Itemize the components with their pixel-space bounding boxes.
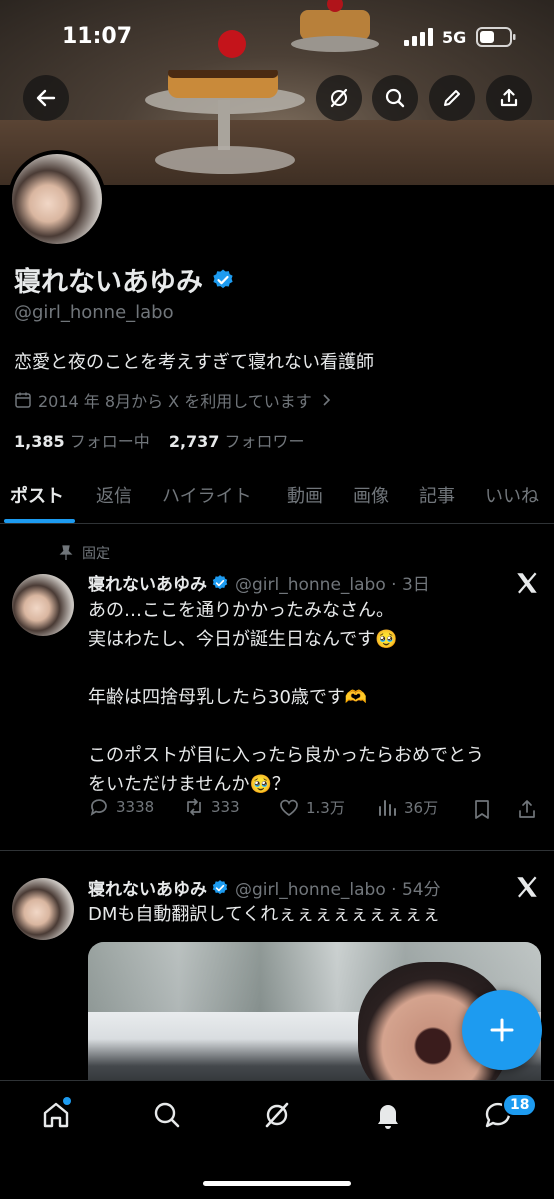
post-author-name[interactable]: 寝れないあゆみ — [88, 570, 207, 595]
post-author-name[interactable]: 寝れないあゆみ — [88, 875, 207, 900]
reply-button[interactable]: 3338 — [88, 796, 154, 818]
tab-posts[interactable]: ポスト — [10, 482, 64, 508]
signal-icon — [404, 28, 433, 46]
messages-badge: 18 — [502, 1093, 538, 1117]
post-header: 寝れないあゆみ @girl_honne_labo · 54分 — [88, 875, 441, 900]
verified-badge-icon — [213, 269, 233, 288]
repost-count: 333 — [211, 798, 240, 816]
tab-images[interactable]: 画像 — [353, 482, 389, 508]
analytics-icon — [379, 800, 396, 816]
followers-link[interactable]: 2,737 フォロワー — [169, 432, 305, 451]
following-label: フォロー中 — [69, 432, 150, 451]
search-icon[interactable] — [151, 1099, 183, 1131]
profile-tabs: ポスト 返信 ハイライト 動画 画像 記事 いいね — [0, 468, 554, 524]
followers-label: フォロワー — [224, 432, 305, 451]
search-icon — [385, 88, 405, 108]
like-count: 1.3万 — [306, 798, 345, 817]
verified-badge-icon — [212, 574, 228, 589]
reply-count: 3338 — [116, 798, 155, 816]
share-button[interactable] — [486, 75, 532, 121]
grok-button[interactable] — [316, 75, 362, 121]
home-indicator — [203, 1181, 351, 1186]
post-meta: @girl_honne_labo · 3日 — [235, 575, 430, 595]
post-avatar[interactable] — [12, 878, 74, 940]
post-text: あの…ここを通りかかったみなさん。 実はわたし、今日が誕生日なんです🥹 年齢は四… — [88, 600, 484, 795]
heart-icon — [280, 799, 298, 817]
x-logo-icon[interactable] — [514, 874, 540, 900]
profile-handle: @girl_honne_labo — [14, 302, 174, 323]
plus-icon — [490, 1018, 514, 1042]
share-icon[interactable] — [516, 798, 538, 820]
views-button[interactable]: 36万 — [376, 796, 438, 818]
status-time: 11:07 — [62, 24, 133, 49]
like-button[interactable]: 1.3万 — [278, 796, 345, 818]
post-avatar[interactable] — [12, 574, 74, 636]
profile-avatar-image — [12, 154, 102, 244]
post-meta: @girl_honne_labo · 54分 — [235, 880, 441, 900]
share-icon — [500, 88, 518, 107]
tab-highlights[interactable]: ハイライト — [162, 482, 252, 508]
profile-bio: 恋愛と夜のことを考えすぎて寝れない看護師 — [14, 352, 374, 373]
pudding-stand-image — [145, 70, 305, 174]
following-count: 1,385 — [14, 432, 65, 451]
joined-text: 2014 年 8月から X を利用しています — [38, 392, 312, 411]
pinned-label: 固定 — [58, 543, 110, 563]
pinned-text: 固定 — [82, 546, 110, 562]
notifications-icon[interactable] — [372, 1099, 404, 1131]
tab-articles[interactable]: 記事 — [419, 482, 455, 508]
calendar-icon — [15, 392, 31, 408]
followers-count: 2,737 — [168, 432, 220, 451]
post-actions: 3338 333 1.3万 36万 — [88, 796, 544, 826]
joined-date[interactable]: 2014 年 8月から X を利用しています — [14, 388, 340, 412]
post-text: DMも自動翻訳してくれぇぇぇぇぇぇぇぇぇ — [88, 904, 441, 925]
chevron-right-icon — [323, 394, 330, 406]
post-header: 寝れないあゆみ @girl_honne_labo · 3日 — [88, 570, 430, 595]
profile-avatar[interactable] — [8, 150, 106, 248]
following-link[interactable]: 1,385 フォロー中 — [14, 432, 150, 451]
back-arrow-icon — [36, 89, 56, 107]
active-tab-indicator — [4, 519, 75, 523]
edit-button[interactable] — [429, 75, 475, 121]
tab-likes[interactable]: いいね — [485, 482, 539, 508]
views-count: 36万 — [404, 798, 439, 817]
edit-icon — [444, 90, 460, 106]
profile-name: 寝れないあゆみ — [14, 267, 203, 298]
repost-button[interactable]: 333 — [183, 796, 240, 818]
home-unread-dot — [63, 1097, 71, 1105]
compose-button[interactable] — [462, 990, 542, 1070]
grok-icon[interactable] — [261, 1099, 293, 1131]
search-button[interactable] — [372, 75, 418, 121]
network-type: 5G — [442, 28, 467, 47]
pin-icon — [59, 545, 73, 560]
tab-videos[interactable]: 動画 — [287, 482, 323, 508]
grok-icon — [330, 88, 348, 108]
verified-badge-icon — [212, 879, 228, 894]
bookmark-icon[interactable] — [471, 798, 493, 820]
repost-icon — [187, 798, 201, 816]
profile-name-row: 寝れないあゆみ — [14, 260, 235, 299]
tab-replies[interactable]: 返信 — [96, 482, 132, 508]
post-divider — [0, 850, 554, 851]
status-bar: 11:07 5G — [0, 0, 554, 72]
battery-icon — [476, 27, 516, 47]
reply-icon — [90, 799, 107, 816]
follow-stats: 1,385 フォロー中 2,737 フォロワー — [14, 428, 305, 452]
back-button[interactable] — [23, 75, 69, 121]
x-logo-icon[interactable] — [514, 570, 540, 596]
